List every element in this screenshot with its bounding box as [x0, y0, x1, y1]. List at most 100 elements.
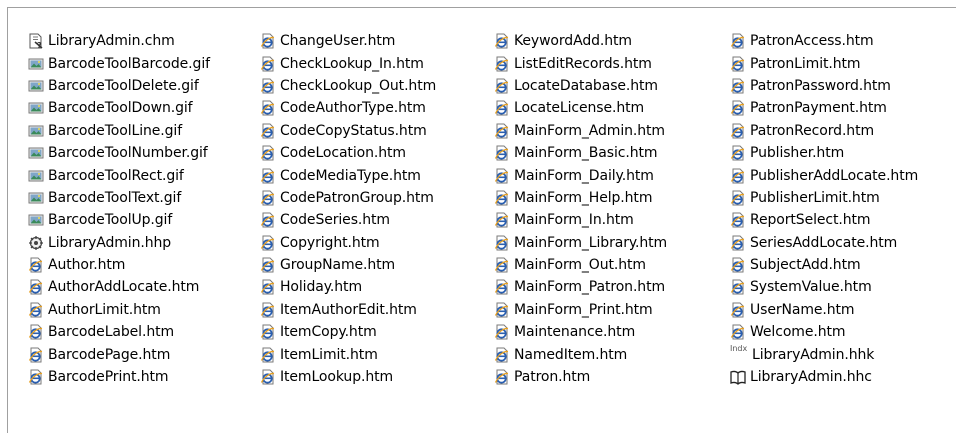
file-item[interactable]: Welcome.htm — [730, 321, 958, 343]
ie-document-icon — [730, 279, 746, 295]
file-name: LibraryAdmin.hhp — [48, 234, 172, 251]
ie-document-icon — [730, 56, 746, 72]
file-item[interactable]: MainForm_Library.htm — [494, 232, 730, 254]
file-item[interactable]: PatronPayment.htm — [730, 97, 958, 119]
file-item[interactable]: BarcodeToolLine.gif — [28, 120, 260, 142]
file-item[interactable]: MainForm_Out.htm — [494, 254, 730, 276]
gif-image-icon — [28, 100, 44, 116]
file-name: ItemLookup.htm — [280, 369, 394, 386]
file-name: Welcome.htm — [750, 324, 846, 341]
file-item[interactable]: PatronLimit.htm — [730, 52, 958, 74]
file-item[interactable]: BarcodeToolDown.gif — [28, 97, 260, 119]
file-item[interactable]: PublisherAddLocate.htm — [730, 164, 958, 186]
file-item[interactable]: CheckLookup_Out.htm — [260, 75, 494, 97]
file-item[interactable]: CodeMediaType.htm — [260, 164, 494, 186]
file-item[interactable]: SubjectAdd.htm — [730, 254, 958, 276]
file-item[interactable]: CodeSeries.htm — [260, 209, 494, 231]
file-item[interactable]: MainForm_Admin.htm — [494, 120, 730, 142]
file-name: MainForm_Basic.htm — [514, 145, 658, 162]
ie-document-icon — [730, 190, 746, 206]
file-item[interactable]: Maintenance.htm — [494, 321, 730, 343]
ie-document-icon — [28, 302, 44, 318]
ie-document-icon — [260, 56, 276, 72]
file-item[interactable]: BarcodeToolNumber.gif — [28, 142, 260, 164]
file-item[interactable]: PatronRecord.htm — [730, 120, 958, 142]
ie-document-icon — [730, 33, 746, 49]
file-name: CodeLocation.htm — [280, 145, 406, 162]
file-item[interactable]: BarcodePage.htm — [28, 343, 260, 365]
file-name: LocateDatabase.htm — [514, 77, 658, 94]
file-name: MainForm_Print.htm — [514, 301, 653, 318]
file-item[interactable]: MainForm_Basic.htm — [494, 142, 730, 164]
file-item[interactable]: BarcodeToolText.gif — [28, 187, 260, 209]
file-name: Author.htm — [48, 257, 126, 274]
file-item[interactable]: ChangeUser.htm — [260, 30, 494, 52]
ie-document-icon — [494, 190, 510, 206]
file-item[interactable]: MainForm_Print.htm — [494, 299, 730, 321]
file-item[interactable]: Patron.htm — [494, 366, 730, 388]
file-item[interactable]: AuthorAddLocate.htm — [28, 276, 260, 298]
file-item[interactable]: KeywordAdd.htm — [494, 30, 730, 52]
file-name: MainForm_In.htm — [514, 212, 634, 229]
ie-document-icon — [494, 257, 510, 273]
file-list: ?LibraryAdmin.chm BarcodeToolBarcode.gif B… — [28, 30, 958, 388]
ie-document-icon — [28, 257, 44, 273]
file-item[interactable]: MainForm_In.htm — [494, 209, 730, 231]
file-item[interactable]: MainForm_Patron.htm — [494, 276, 730, 298]
file-item[interactable]: ListEditRecords.htm — [494, 52, 730, 74]
file-item[interactable]: ?LibraryAdmin.chm — [28, 30, 260, 52]
ie-document-icon — [494, 123, 510, 139]
gif-image-icon — [28, 78, 44, 94]
file-item[interactable]: SeriesAddLocate.htm — [730, 232, 958, 254]
file-item[interactable]: ItemAuthorEdit.htm — [260, 299, 494, 321]
file-name: BarcodeLabel.htm — [48, 324, 175, 341]
file-item[interactable]: BarcodeToolRect.gif — [28, 164, 260, 186]
file-item[interactable]: BarcodeToolBarcode.gif — [28, 52, 260, 74]
file-item[interactable]: Holiday.htm — [260, 276, 494, 298]
file-item[interactable]: LocateLicense.htm — [494, 97, 730, 119]
file-item[interactable]: MainForm_Daily.htm — [494, 164, 730, 186]
file-item[interactable]: GroupName.htm — [260, 254, 494, 276]
file-item[interactable]: Author.htm — [28, 254, 260, 276]
file-item[interactable]: BarcodeToolDelete.gif — [28, 75, 260, 97]
file-item[interactable]: SystemValue.htm — [730, 276, 958, 298]
file-item[interactable]: NamedItem.htm — [494, 343, 730, 365]
file-name: MainForm_Out.htm — [514, 257, 646, 274]
file-item[interactable]: ItemCopy.htm — [260, 321, 494, 343]
file-item[interactable]: PublisherLimit.htm — [730, 187, 958, 209]
file-name: BarcodeToolNumber.gif — [48, 145, 208, 162]
file-item[interactable]: LibraryAdmin.hhp — [28, 232, 260, 254]
file-item[interactable]: Publisher.htm — [730, 142, 958, 164]
file-name: BarcodeToolText.gif — [48, 189, 182, 206]
file-item[interactable]: Indx LibraryAdmin.hhk — [730, 343, 958, 365]
file-name: CodeAuthorType.htm — [280, 100, 426, 117]
file-item[interactable]: ItemLimit.htm — [260, 343, 494, 365]
file-item[interactable]: BarcodeToolUp.gif — [28, 209, 260, 231]
file-item[interactable]: MainForm_Help.htm — [494, 187, 730, 209]
file-item[interactable]: CodeAuthorType.htm — [260, 97, 494, 119]
file-name: ChangeUser.htm — [280, 33, 396, 50]
file-item[interactable]: PatronPassword.htm — [730, 75, 958, 97]
file-item[interactable]: AuthorLimit.htm — [28, 299, 260, 321]
ie-document-icon — [260, 347, 276, 363]
file-item[interactable]: CodeLocation.htm — [260, 142, 494, 164]
file-item[interactable]: ItemLookup.htm — [260, 366, 494, 388]
ie-document-icon — [28, 324, 44, 340]
file-item[interactable]: BarcodeLabel.htm — [28, 321, 260, 343]
file-item[interactable]: LocateDatabase.htm — [494, 75, 730, 97]
file-item[interactable]: UserName.htm — [730, 299, 958, 321]
file-item[interactable]: CodePatronGroup.htm — [260, 187, 494, 209]
file-name: MainForm_Patron.htm — [514, 279, 666, 296]
file-item[interactable]: ReportSelect.htm — [730, 209, 958, 231]
ie-document-icon — [494, 56, 510, 72]
ie-document-icon — [494, 145, 510, 161]
file-item[interactable]: LibraryAdmin.hhc — [730, 366, 958, 388]
file-item[interactable]: Copyright.htm — [260, 232, 494, 254]
file-name: BarcodePage.htm — [48, 346, 171, 363]
file-item[interactable]: BarcodePrint.htm — [28, 366, 260, 388]
file-item[interactable]: CheckLookup_In.htm — [260, 52, 494, 74]
file-name: BarcodePrint.htm — [48, 369, 169, 386]
file-name: GroupName.htm — [280, 257, 396, 274]
file-item[interactable]: CodeCopyStatus.htm — [260, 120, 494, 142]
file-item[interactable]: PatronAccess.htm — [730, 30, 958, 52]
